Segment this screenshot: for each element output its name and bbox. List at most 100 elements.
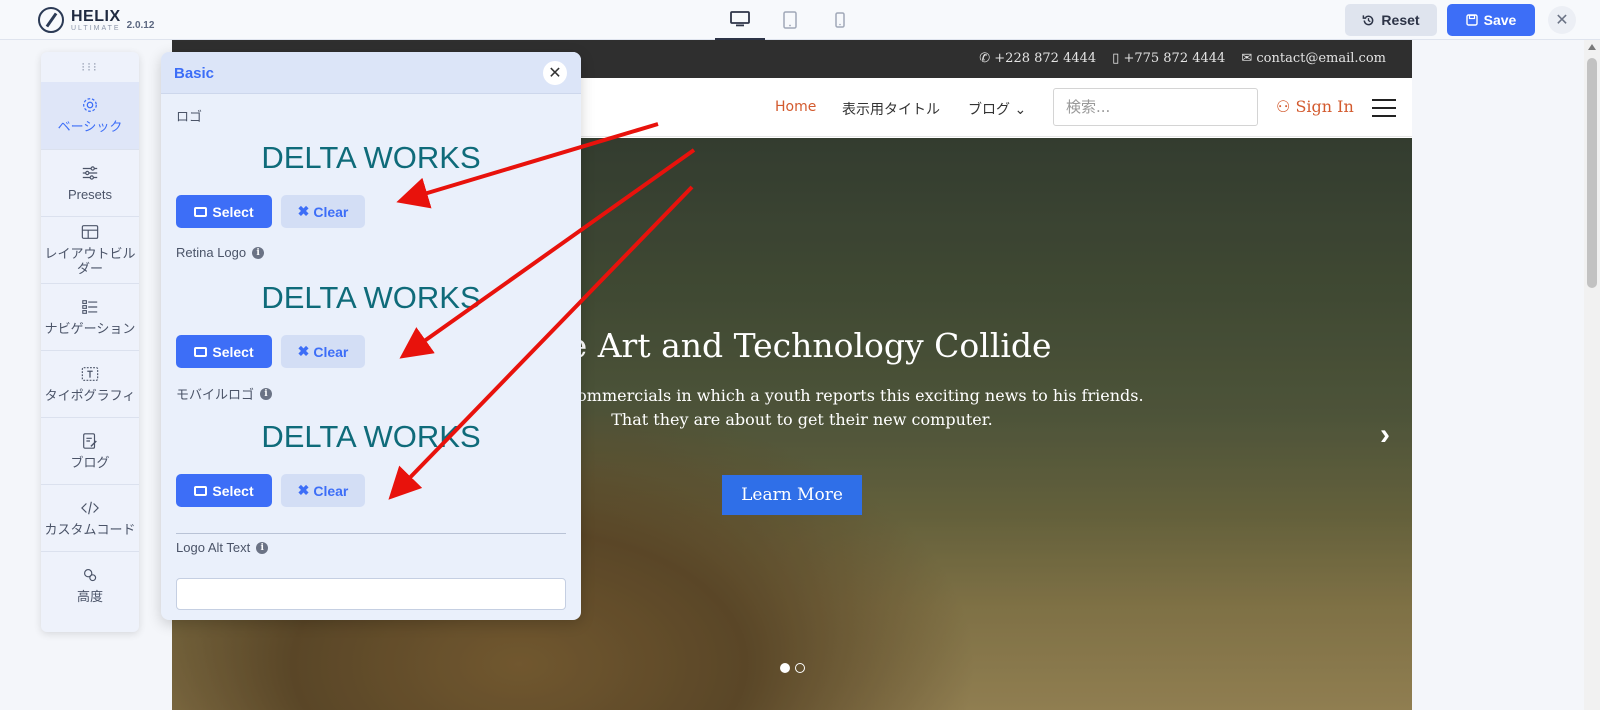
brand-subtitle: ULTIMATE: [71, 24, 121, 32]
hamburger-menu-icon[interactable]: [1372, 99, 1396, 123]
retina-logo-select-button[interactable]: Select: [176, 335, 272, 368]
page-scrollbar[interactable]: [1584, 40, 1600, 710]
desktop-view-button[interactable]: [715, 0, 765, 40]
drag-handle-icon[interactable]: ⁝⁝⁝: [41, 52, 139, 82]
history-icon: [1363, 14, 1374, 25]
mobile-number: +775 872 4444: [1123, 51, 1226, 66]
clear-label: Clear: [313, 203, 349, 220]
phone-icon: ✆: [979, 51, 991, 66]
scroll-up-icon[interactable]: [1588, 44, 1596, 50]
retina-logo-clear-button[interactable]: ✖ Clear: [281, 335, 365, 368]
sidebar-item-label: ブログ: [70, 454, 110, 470]
panel-divider: [176, 533, 566, 534]
sidebar-item-advanced[interactable]: 高度: [41, 551, 139, 618]
brand-name: HELIX: [71, 7, 121, 25]
contact-mobile[interactable]: ▯ +775 872 4444: [1112, 51, 1225, 66]
mobile-icon: [835, 12, 845, 28]
slider-dot-1[interactable]: [780, 663, 790, 673]
close-icon: ✕: [1555, 12, 1569, 29]
sign-in-link[interactable]: ⚇ Sign In: [1276, 97, 1354, 116]
mobile-logo-preview: DELTA WORKS: [261, 419, 481, 454]
sidebar-item-layout-builder[interactable]: レイアウトビルダー: [41, 216, 139, 283]
panel-title: Basic: [174, 65, 215, 82]
slider-next-icon[interactable]: ›: [1380, 418, 1390, 452]
chevron-down-icon: ⌄: [1014, 102, 1027, 118]
sidebar-item-label: タイポグラフィ: [44, 387, 136, 403]
slider-dots: [780, 663, 805, 673]
email-address: contact@email.com: [1256, 51, 1386, 66]
layout-icon: [81, 225, 99, 239]
panel-close-button[interactable]: ✕: [543, 61, 567, 85]
close-editor-button[interactable]: ✕: [1548, 6, 1576, 34]
edit-icon: [83, 432, 97, 449]
close-icon: ✖: [297, 482, 310, 498]
sidebar-item-blog[interactable]: ブログ: [41, 417, 139, 484]
envelope-icon: ✉: [1241, 51, 1253, 66]
contact-email[interactable]: ✉ contact@email.com: [1241, 51, 1386, 66]
nav-blog[interactable]: ブログ ⌄: [968, 99, 1026, 119]
sidebar-item-label: Presets: [67, 186, 113, 202]
save-button[interactable]: Save: [1447, 4, 1535, 36]
version-label: 2.0.12: [126, 19, 155, 31]
select-label: Select: [212, 343, 254, 360]
scroll-thumb[interactable]: [1587, 58, 1597, 288]
nav-home[interactable]: Home: [775, 99, 816, 115]
clear-label: Clear: [313, 343, 349, 360]
logo-alt-text-label-text: Logo Alt Text: [176, 540, 251, 555]
image-icon: [194, 346, 208, 357]
retina-logo-preview: DELTA WORKS: [261, 280, 481, 315]
learn-more-button[interactable]: Learn More: [722, 475, 862, 515]
sidebar-item-navigation[interactable]: ナビゲーション: [41, 283, 139, 350]
mobile-logo-label-text: モバイルロゴ: [176, 387, 255, 402]
typography-icon: [81, 366, 99, 381]
basic-settings-panel: Basic ✕ ロゴ DELTA WORKS Select ✖ Clear Re…: [161, 52, 581, 620]
nav-blog-label: ブログ: [968, 102, 1010, 118]
info-icon[interactable]: i: [256, 541, 269, 554]
slider-dot-2[interactable]: [795, 663, 805, 673]
helix-logo-icon: [38, 7, 64, 33]
panel-header: Basic ✕: [161, 52, 581, 94]
sidebar-item-label: ナビゲーション: [44, 320, 136, 336]
contact-phone[interactable]: ✆ +228 872 4444: [979, 51, 1096, 66]
user-icon: ⚇: [1276, 97, 1291, 116]
logo-clear-button[interactable]: ✖ Clear: [281, 195, 365, 228]
sidebar-item-typography[interactable]: タイポグラフィ: [41, 350, 139, 417]
reset-button[interactable]: Reset: [1345, 4, 1437, 36]
tablet-view-button[interactable]: [765, 0, 815, 40]
logo-alt-text-label: Logo Alt Text i: [176, 540, 269, 555]
mobile-view-button[interactable]: [815, 0, 865, 40]
save-icon: [1465, 14, 1478, 26]
phone-number: +228 872 4444: [994, 51, 1097, 66]
desktop-icon: [730, 11, 750, 27]
tablet-icon: [783, 11, 797, 29]
select-label: Select: [212, 482, 254, 499]
logo-select-button[interactable]: Select: [176, 195, 272, 228]
sidebar-item-basic[interactable]: ベーシック: [41, 82, 139, 149]
editor-sidebar: ⁝⁝⁝ ベーシック Presets レイアウトビルダー ナビゲーション タイポグ…: [41, 52, 139, 632]
sidebar-item-presets[interactable]: Presets: [41, 149, 139, 216]
sidebar-item-label: 高度: [76, 588, 103, 604]
list-icon: [82, 299, 98, 314]
image-icon: [194, 206, 208, 217]
sidebar-item-label: カスタムコード: [44, 521, 136, 537]
mobile-logo-clear-button[interactable]: ✖ Clear: [281, 474, 365, 507]
save-label: Save: [1483, 12, 1517, 28]
logo-preview: DELTA WORKS: [261, 140, 481, 175]
retina-logo-label-text: Retina Logo: [176, 245, 247, 260]
device-switcher: [715, 0, 865, 40]
sign-in-label: Sign In: [1295, 97, 1354, 116]
sidebar-item-custom-code[interactable]: カスタムコード: [41, 484, 139, 551]
mobile-logo-select-button[interactable]: Select: [176, 474, 272, 507]
close-icon: ✖: [297, 203, 310, 219]
close-icon: ✖: [297, 343, 310, 359]
info-icon[interactable]: i: [252, 246, 265, 259]
top-toolbar: HELIX ULTIMATE 2.0.12 Reset Save ✕: [0, 0, 1600, 40]
reset-label: Reset: [1381, 12, 1420, 28]
info-icon[interactable]: i: [260, 387, 273, 400]
logo-label-text: ロゴ: [176, 109, 203, 124]
gear-icon: [83, 98, 97, 112]
close-icon: ✕: [548, 65, 562, 82]
logo-alt-text-input[interactable]: [176, 578, 566, 610]
site-search-input[interactable]: 検索...: [1053, 88, 1258, 126]
nav-display-title[interactable]: 表示用タイトル: [842, 99, 940, 119]
